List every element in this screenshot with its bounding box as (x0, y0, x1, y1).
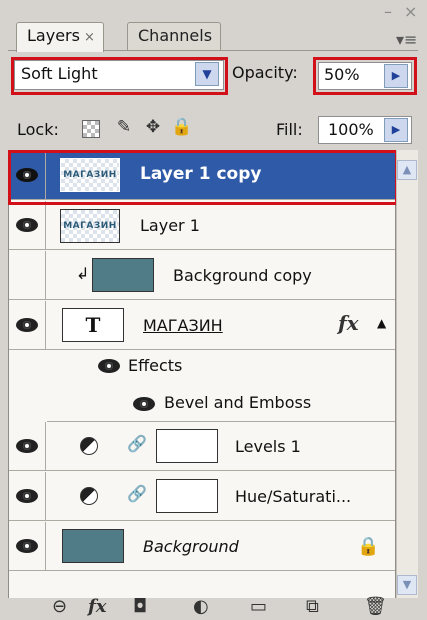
eye-icon (16, 489, 38, 503)
fx-icon[interactable]: fx (338, 311, 359, 335)
layer-mask-thumbnail (156, 429, 218, 463)
fill-label: Fill: (276, 120, 303, 139)
close-tab-icon[interactable]: × (84, 30, 95, 45)
effects-indent (9, 351, 46, 400)
visibility-toggle[interactable] (9, 522, 46, 571)
text-layer-icon: T (62, 308, 124, 342)
fill-arrow-icon[interactable]: ▶ (384, 118, 408, 142)
layer-thumbnail (92, 258, 154, 292)
new-group-icon[interactable]: ▭ (250, 596, 267, 617)
layer-mask-thumbnail (156, 479, 218, 513)
layer-name[interactable]: Background copy (173, 266, 312, 285)
eye-icon[interactable] (98, 359, 120, 373)
layer-name[interactable]: Background (143, 537, 239, 556)
visibility-toggle[interactable] (9, 472, 46, 521)
scrollbar[interactable] (396, 150, 418, 600)
lock-transparency-icon[interactable] (82, 120, 100, 138)
chain-link-icon[interactable]: 🔗 (127, 484, 147, 504)
layer-thumbnail (62, 529, 124, 563)
add-mask-icon[interactable]: ◘ (133, 596, 147, 617)
lock-label: Lock: (17, 120, 59, 139)
layer-thumbnail: МАГАЗИН (60, 209, 120, 243)
highlight-box (11, 57, 228, 95)
eye-icon[interactable] (133, 397, 155, 411)
tab-label: Layers (27, 26, 80, 45)
scroll-down-icon[interactable]: ▼ (397, 575, 417, 595)
effects-label: Effects (128, 356, 183, 375)
adjustment-icon (80, 437, 98, 455)
highlight-box (313, 57, 417, 95)
chain-link-icon[interactable]: 🔗 (127, 434, 147, 454)
eye-icon (16, 539, 38, 553)
tab-layers[interactable]: Layers × (16, 22, 104, 52)
layer-name[interactable]: Hue/Saturati... (235, 487, 351, 506)
eye-icon (16, 218, 38, 232)
visibility-toggle[interactable] (9, 301, 46, 350)
link-layers-icon[interactable]: ⊖ (52, 596, 67, 617)
fill-value: 100% (328, 120, 374, 139)
new-layer-icon[interactable]: ⧉ (306, 596, 319, 617)
eye-icon (16, 318, 38, 332)
add-style-icon[interactable]: fx (88, 596, 106, 617)
scroll-up-icon[interactable]: ▲ (397, 160, 417, 180)
lock-brush-icon[interactable]: ✎ (113, 117, 135, 139)
layer-name[interactable]: Levels 1 (235, 437, 301, 456)
highlight-box (8, 150, 398, 205)
close-icon[interactable]: × (404, 4, 417, 20)
eye-icon (16, 439, 38, 453)
clipping-arrow-icon: ↲ (76, 264, 90, 283)
visibility-toggle[interactable] (9, 251, 46, 300)
lock-icon: 🔒 (357, 536, 380, 557)
minimize-icon[interactable]: – (384, 4, 392, 20)
effect-name: Bevel and Emboss (164, 393, 312, 412)
expand-effects-icon[interactable]: ▲ (377, 316, 386, 330)
opacity-label: Opacity: (232, 63, 298, 82)
tab-channels[interactable]: Channels (127, 22, 222, 50)
new-adjustment-icon[interactable]: ◐ (193, 596, 209, 617)
adjustment-icon (80, 487, 98, 505)
trash-icon[interactable]: 🗑 (364, 596, 387, 617)
lock-move-icon[interactable]: ✥ (142, 117, 164, 139)
visibility-toggle[interactable] (9, 201, 46, 250)
tab-label: Channels (138, 26, 213, 45)
visibility-toggle[interactable] (9, 422, 46, 471)
layer-name[interactable]: Layer 1 (140, 216, 200, 235)
panel-menu-icon[interactable]: ▾≡ (396, 30, 417, 49)
lock-all-icon[interactable]: 🔒 (171, 117, 193, 139)
layer-name[interactable]: МАГАЗИН (143, 316, 223, 335)
